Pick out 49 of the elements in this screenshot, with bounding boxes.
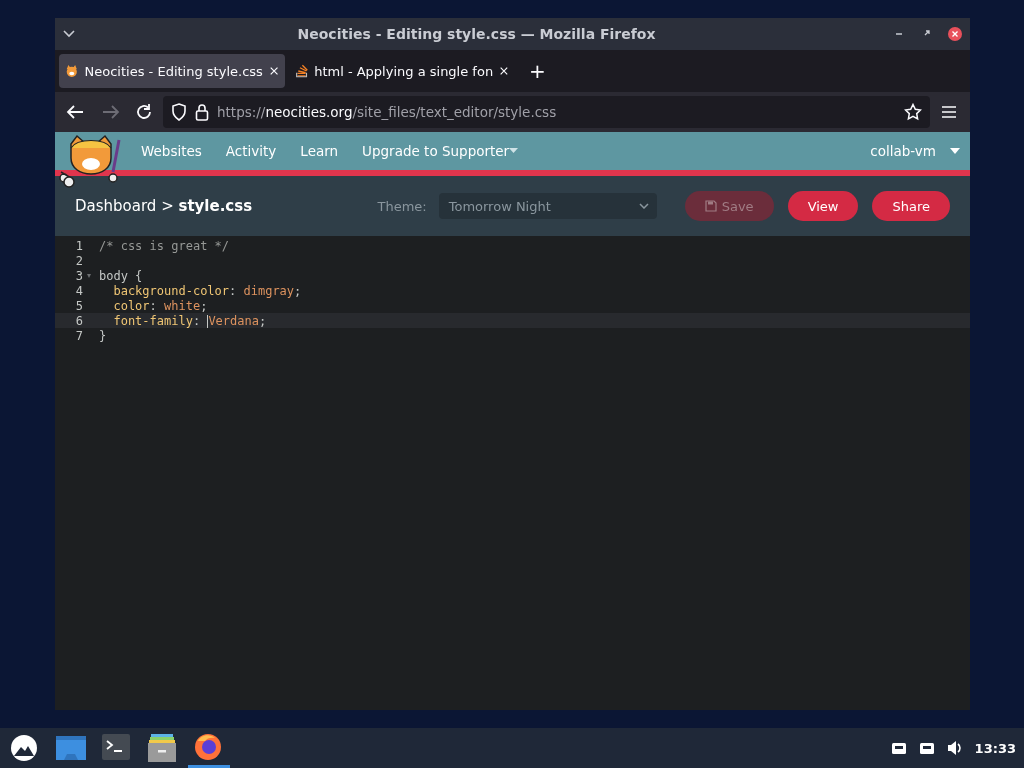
line-number: 1 xyxy=(75,238,84,253)
code-line[interactable]: color: white; xyxy=(99,298,208,313)
nav-link[interactable]: Upgrade to Supporter xyxy=(362,143,519,159)
volume-icon[interactable] xyxy=(946,740,963,756)
browser-tab[interactable]: html - Applying a single fon xyxy=(289,54,515,88)
address-bar[interactable]: https://neocities.org/site_files/text_editor/style.css xyxy=(163,96,930,128)
file-cabinet-icon xyxy=(148,734,178,762)
theme-label: Theme: xyxy=(377,198,427,214)
code-line[interactable]: background-color: dimgray; xyxy=(99,283,302,298)
star-icon[interactable] xyxy=(904,103,922,121)
shield-icon[interactable] xyxy=(171,103,187,121)
browser-tab[interactable]: Neocities - Editing style.css xyxy=(59,54,285,88)
mountain-launcher-icon xyxy=(10,734,40,762)
url-text: https://neocities.org/site_files/text_editor/style.css xyxy=(217,104,558,120)
code-line[interactable]: /* css is great */ xyxy=(99,238,230,253)
chevron-down-icon[interactable] xyxy=(63,30,75,38)
firefox-icon xyxy=(194,732,224,761)
username-link[interactable]: collab-vm xyxy=(870,143,936,159)
close-tab-icon[interactable] xyxy=(499,65,509,77)
network-icon[interactable] xyxy=(918,740,935,756)
line-number: 3 xyxy=(75,268,92,283)
caret-icon[interactable] xyxy=(950,148,960,154)
line-number: 4 xyxy=(75,283,84,298)
code-line[interactable]: font-family: Verdana; xyxy=(99,313,267,328)
nav-link[interactable]: Activity xyxy=(225,143,277,159)
line-number: 7 xyxy=(75,328,84,343)
breadcrumb: Dashboard > style.css xyxy=(75,197,254,215)
chevron-down-icon xyxy=(638,203,649,209)
stacked-lines-favicon-icon xyxy=(295,63,309,79)
new-tab-button[interactable]: + xyxy=(519,59,556,83)
close-icon[interactable] xyxy=(948,27,962,41)
close-tab-icon[interactable] xyxy=(268,65,279,77)
line-number: 6 xyxy=(75,313,84,328)
desktop-icon xyxy=(56,734,86,762)
terminal-icon xyxy=(102,734,132,762)
nav-link[interactable]: Websites xyxy=(141,143,202,159)
code-line[interactable]: } xyxy=(99,328,107,343)
code-line[interactable]: body { xyxy=(99,268,143,283)
lock-icon[interactable] xyxy=(195,103,209,121)
theme-dropdown[interactable]: Tomorrow Night xyxy=(438,193,657,219)
window-title: Neocities - Editing style.css — Mozilla Firefox xyxy=(296,26,657,42)
network-icon[interactable] xyxy=(890,740,907,756)
line-number: 5 xyxy=(75,298,84,313)
clock-text: 13:33 xyxy=(974,740,1016,756)
nav-link[interactable]: Learn xyxy=(300,143,339,159)
cat-favicon-icon xyxy=(65,63,79,79)
share-button[interactable]: Share xyxy=(872,191,950,221)
line-number: 2 xyxy=(75,253,84,268)
view-button[interactable]: View xyxy=(787,191,859,221)
